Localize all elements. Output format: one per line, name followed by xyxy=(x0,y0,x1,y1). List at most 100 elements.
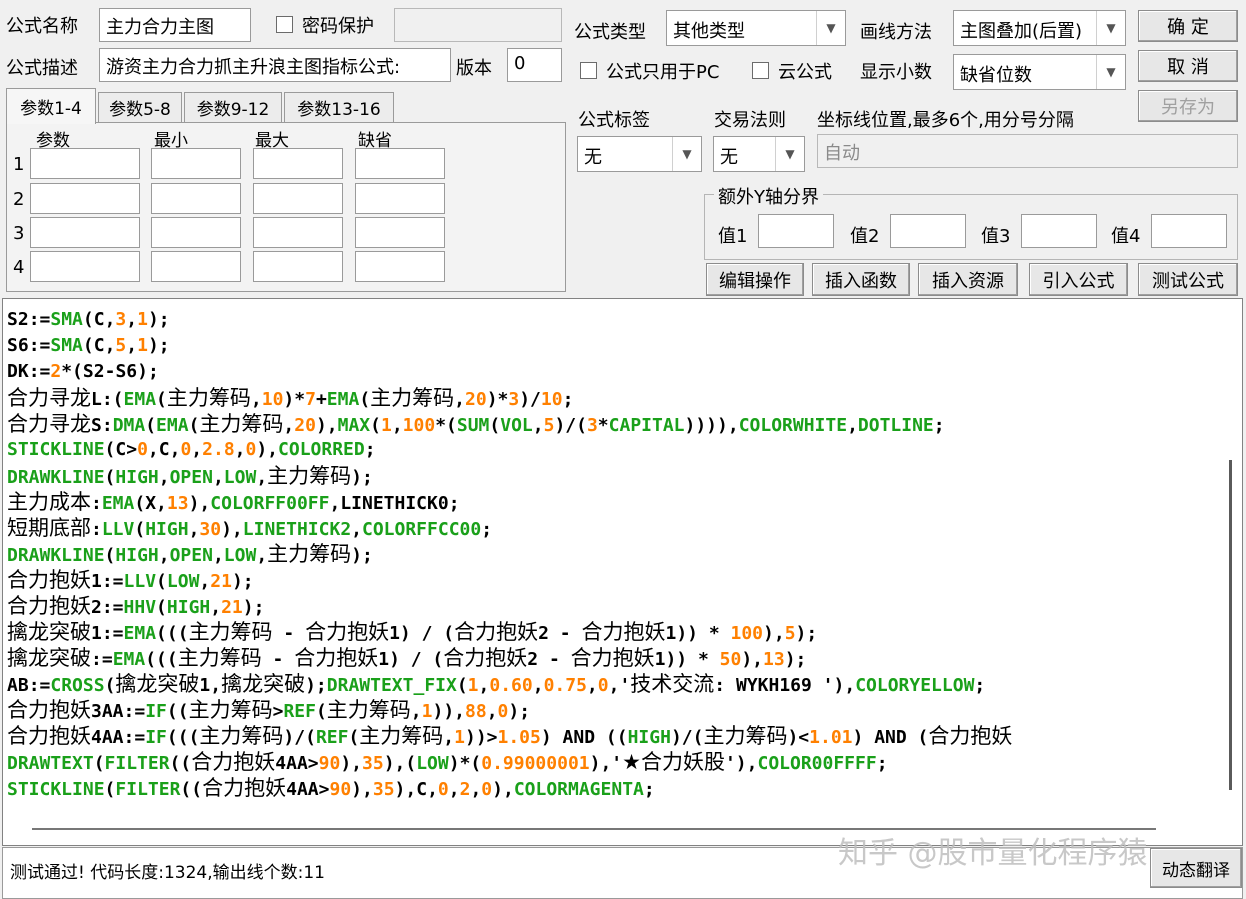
param-2-default-input[interactable] xyxy=(355,183,445,214)
param-3-name-input[interactable] xyxy=(30,217,140,248)
status-message: 测试通过! 代码长度:1324,输出线个数:11 xyxy=(10,863,325,883)
param-3-max-input[interactable] xyxy=(253,217,343,248)
save-as-button[interactable]: 另存为 xyxy=(1138,90,1238,122)
value2-label: 值2 xyxy=(850,226,880,247)
param-row-number: 2 xyxy=(13,189,25,210)
insert-resource-button[interactable]: 插入资源 xyxy=(918,263,1018,296)
pc-only-checkbox[interactable] xyxy=(580,62,597,79)
code-line: DRAWKLINE(HIGH,OPEN,LOW,主力筹码); xyxy=(7,464,373,488)
param-2-max-input[interactable] xyxy=(253,183,343,214)
param-1-max-input[interactable] xyxy=(253,148,343,179)
draw-method-select[interactable]: 主图叠加(后置) ▼ xyxy=(953,10,1126,46)
trade-rule-value: 无 xyxy=(720,147,738,168)
draw-method-label: 画线方法 xyxy=(860,22,932,43)
insert-function-button[interactable]: 插入函数 xyxy=(812,263,910,296)
edit-operations-button[interactable]: 编辑操作 xyxy=(706,263,804,296)
decimals-label: 显示小数 xyxy=(860,62,932,83)
dynamic-translate-button[interactable]: 动态翻译 xyxy=(1150,848,1242,888)
code-line: 擒龙突破:=EMA(((主力筹码 - 合力抱妖1) / (合力抱妖2 - 合力抱… xyxy=(7,646,807,670)
trade-rule-label: 交易法则 xyxy=(714,110,786,131)
chevron-down-icon: ▼ xyxy=(1096,11,1125,45)
password-checkbox[interactable] xyxy=(276,16,293,33)
password-label: 密码保护 xyxy=(302,16,374,37)
formula-desc-input[interactable]: 游资主力合力抓主升浪主图指标公式: xyxy=(99,48,451,82)
code-text: S2:=SMA(C,3,1); S6:=SMA(C,5,1); DK:=2*(S2-… xyxy=(7,307,1012,801)
formula-desc-label: 公式描述 xyxy=(6,58,78,79)
code-line: DRAWKLINE(HIGH,OPEN,LOW,主力筹码); xyxy=(7,542,373,566)
param-3-default-input[interactable] xyxy=(355,217,445,248)
version-input[interactable]: 0 xyxy=(507,48,562,82)
param-2-name-input[interactable] xyxy=(30,183,140,214)
decimals-select[interactable]: 缺省位数 ▼ xyxy=(953,54,1126,90)
value4-input[interactable] xyxy=(1151,214,1227,248)
code-line: 合力抱妖1:=LLV(LOW,21); xyxy=(7,568,254,592)
password-input[interactable] xyxy=(394,8,562,42)
formula-tag-select[interactable]: 无 ▼ xyxy=(577,136,702,172)
param-row-number: 4 xyxy=(13,257,25,278)
tab-params-5-8[interactable]: 参数5-8 xyxy=(98,92,182,122)
code-line: S6:=SMA(C,5,1); xyxy=(7,335,170,356)
value1-input[interactable] xyxy=(758,214,834,248)
formula-tag-value: 无 xyxy=(584,147,602,168)
ok-button[interactable]: 确 定 xyxy=(1138,10,1238,42)
coord-line-input[interactable]: 自动 xyxy=(817,134,1238,168)
code-line: 合力抱妖3AA:=IF((主力筹码>REF(主力筹码,1)),88,0); xyxy=(7,698,531,722)
chevron-down-icon: ▼ xyxy=(775,137,804,171)
code-line: 擒龙突破1:=EMA(((主力筹码 - 合力抱妖1) / (合力抱妖2 - 合力… xyxy=(7,620,818,644)
code-line: 合力抱妖2:=HHV(HIGH,21); xyxy=(7,594,265,618)
cancel-button[interactable]: 取 消 xyxy=(1138,50,1238,82)
code-line: S2:=SMA(C,3,1); xyxy=(7,309,170,330)
value1-label: 值1 xyxy=(718,226,748,247)
coord-line-label: 坐标线位置,最多6个,用分号分隔 xyxy=(817,110,1074,131)
decimals-value: 缺省位数 xyxy=(960,65,1032,86)
param-1-default-input[interactable] xyxy=(355,148,445,179)
param-4-name-input[interactable] xyxy=(30,251,140,282)
code-line: STICKLINE(FILTER((合力抱妖4AA>90),35),C,0,2,… xyxy=(7,776,655,800)
code-line: 合力寻龙S:DMA(EMA(主力筹码,20),MAX(1,100*(SUM(VO… xyxy=(7,412,945,436)
trade-rule-select[interactable]: 无 ▼ xyxy=(713,136,805,172)
formula-tag-label: 公式标签 xyxy=(578,110,650,131)
tab-params-13-16[interactable]: 参数13-16 xyxy=(284,92,394,122)
tab-params-1-4[interactable]: 参数1-4 xyxy=(6,88,96,124)
watermark: 知乎 @股市量化程序猿 xyxy=(838,836,1148,871)
code-line: DK:=2*(S2-S6); xyxy=(7,361,159,382)
formula-type-label: 公式类型 xyxy=(574,22,646,43)
formula-name-input[interactable]: 主力合力主图 xyxy=(99,8,251,42)
param-4-min-input[interactable] xyxy=(151,251,241,282)
code-line: 合力抱妖4AA:=IF(((主力筹码)/(REF(主力筹码,1))>1.05) … xyxy=(7,724,1013,748)
formula-type-value: 其他类型 xyxy=(673,21,745,42)
test-formula-button[interactable]: 测试公式 xyxy=(1138,263,1238,296)
cloud-label: 云公式 xyxy=(778,62,832,83)
value4-label: 值4 xyxy=(1111,226,1141,247)
param-row-number: 1 xyxy=(13,154,25,175)
param-row-number: 3 xyxy=(13,223,25,244)
draw-method-value: 主图叠加(后置) xyxy=(960,21,1083,42)
tab-params-9-12[interactable]: 参数9-12 xyxy=(184,92,282,122)
cloud-checkbox[interactable] xyxy=(752,62,769,79)
vertical-scrollbar[interactable] xyxy=(1229,460,1232,790)
chevron-down-icon: ▼ xyxy=(672,137,701,171)
import-formula-button[interactable]: 引入公式 xyxy=(1029,263,1128,296)
value2-input[interactable] xyxy=(890,214,966,248)
param-2-min-input[interactable] xyxy=(151,183,241,214)
param-3-min-input[interactable] xyxy=(151,217,241,248)
code-editor[interactable]: S2:=SMA(C,3,1); S6:=SMA(C,5,1); DK:=2*(S2-… xyxy=(2,298,1243,846)
version-label: 版本 xyxy=(456,58,492,79)
chevron-down-icon: ▼ xyxy=(816,11,845,45)
code-line: AB:=CROSS(擒龙突破1,擒龙突破);DRAWTEXT_FIX(1,0.6… xyxy=(7,672,986,696)
param-4-default-input[interactable] xyxy=(355,251,445,282)
chevron-down-icon: ▼ xyxy=(1096,55,1125,89)
param-1-min-input[interactable] xyxy=(151,148,241,179)
param-4-max-input[interactable] xyxy=(253,251,343,282)
code-line: DRAWTEXT(FILTER((合力抱妖4AA>90),35),(LOW)*(… xyxy=(7,750,888,774)
value3-label: 值3 xyxy=(981,226,1011,247)
code-line: 主力成本:EMA(X,13),COLORFF00FF,LINETHICK0; xyxy=(7,490,460,514)
formula-type-select[interactable]: 其他类型 ▼ xyxy=(666,10,846,46)
code-line: 合力寻龙L:(EMA(主力筹码,10)*7+EMA(主力筹码,20)*3)/10… xyxy=(7,386,574,410)
pc-only-label: 公式只用于PC xyxy=(606,62,720,83)
param-1-name-input[interactable] xyxy=(30,148,140,179)
code-line: STICKLINE(C>0,C,0,2.8,0),COLORRED; xyxy=(7,439,376,460)
code-line: 短期底部:LLV(HIGH,30),LINETHICK2,COLORFFCC00… xyxy=(7,516,493,540)
formula-name-label: 公式名称 xyxy=(6,16,78,37)
value3-input[interactable] xyxy=(1021,214,1097,248)
